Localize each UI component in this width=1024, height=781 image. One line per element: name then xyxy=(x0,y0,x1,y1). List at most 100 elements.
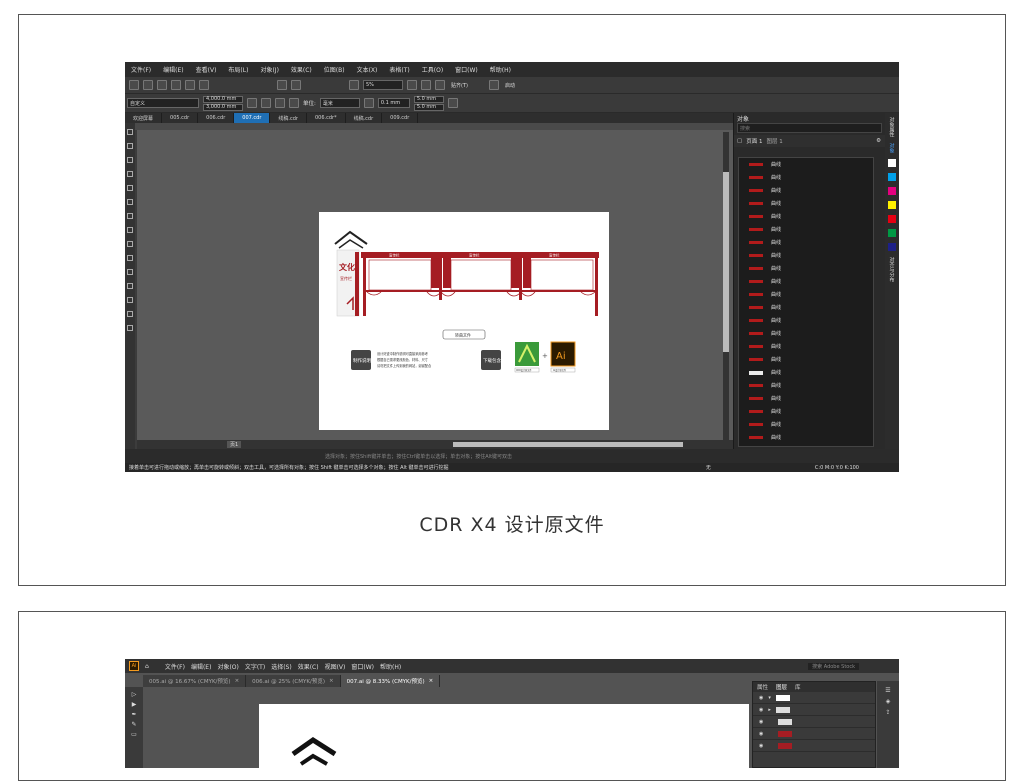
color-swatch-green[interactable] xyxy=(888,229,896,237)
eye-icon[interactable]: ◉ xyxy=(759,707,763,713)
close-tab-icon[interactable]: × xyxy=(329,678,334,684)
fullscreen-icon[interactable] xyxy=(349,80,359,90)
layer-row[interactable]: ◉ xyxy=(753,728,875,740)
ai-document-tab[interactable]: 005.ai @ 16.67% (CMYK/预览) × xyxy=(143,675,247,687)
current-page-icon[interactable] xyxy=(289,98,299,108)
units-dropdown[interactable]: 毫米 xyxy=(319,98,360,108)
adobe-stock-search-input[interactable]: 搜索 Adobe Stock xyxy=(808,662,859,670)
close-tab-icon[interactable]: × xyxy=(429,678,434,684)
layer-row[interactable]: ◉ ▾ xyxy=(753,692,875,704)
launch-dropdown[interactable]: 启动 xyxy=(503,80,533,90)
object-list-item[interactable]: 曲线 xyxy=(739,275,873,288)
ai-panel-tab[interactable]: 库 xyxy=(795,683,801,691)
object-list-item[interactable]: 曲线 xyxy=(739,236,873,249)
menu-item[interactable]: 布局(L) xyxy=(222,65,254,74)
duplicate-y-field[interactable]: 5.0 mm xyxy=(413,103,444,111)
color-swatch-white[interactable] xyxy=(888,159,896,167)
portrait-icon[interactable] xyxy=(247,98,257,108)
color-swatch-yellow[interactable] xyxy=(888,201,896,209)
options-gear-icon[interactable] xyxy=(489,80,499,90)
shape-tool-icon[interactable] xyxy=(127,143,133,149)
polygon-tool-icon[interactable] xyxy=(127,241,133,247)
layer-row[interactable]: ◉ xyxy=(753,740,875,752)
text-tool-icon[interactable] xyxy=(127,255,133,261)
eye-icon[interactable]: ◉ xyxy=(759,731,763,737)
rulers-icon[interactable] xyxy=(421,80,431,90)
connector-tool-icon[interactable] xyxy=(127,297,133,303)
menu-item[interactable]: 窗口(W) xyxy=(449,65,484,74)
settings-gear-icon[interactable]: ⚙ xyxy=(876,138,881,144)
ai-menu-item[interactable]: 文字(T) xyxy=(245,662,265,671)
export-icon[interactable]: ⇪ xyxy=(885,709,890,716)
object-list-item[interactable]: 曲线 xyxy=(739,431,873,444)
menu-item[interactable]: 编辑(E) xyxy=(157,65,189,74)
home-icon[interactable]: ⌂ xyxy=(145,663,149,670)
snap-to-dropdown[interactable]: 贴齐(T) xyxy=(449,80,485,90)
table-tool-icon[interactable] xyxy=(127,269,133,275)
close-tab-icon[interactable]: × xyxy=(235,678,240,684)
fill-tool-icon[interactable] xyxy=(127,325,133,331)
menu-item[interactable]: 位图(B) xyxy=(318,65,351,74)
ai-panel-tab[interactable]: 图层 xyxy=(776,683,787,691)
object-list-item[interactable]: 曲线 xyxy=(739,366,873,379)
docker-tab-align[interactable]: 对齐与分布 xyxy=(889,257,896,282)
save-icon[interactable] xyxy=(157,80,167,90)
duplicate-x-field[interactable]: 5.0 mm xyxy=(413,95,444,103)
object-list-item[interactable]: 曲线 xyxy=(739,184,873,197)
landscape-icon[interactable] xyxy=(261,98,271,108)
ai-menu-item[interactable]: 编辑(E) xyxy=(191,662,211,671)
menu-item[interactable]: 文本(X) xyxy=(351,65,384,74)
eyedropper-tool-icon[interactable] xyxy=(127,311,133,317)
print-icon[interactable] xyxy=(199,80,209,90)
object-list-item[interactable]: 曲线 xyxy=(739,444,873,446)
object-list-item[interactable]: 曲线 xyxy=(739,171,873,184)
nudge-distance-field[interactable]: 0.1 mm xyxy=(377,98,410,108)
treat-as-filled-icon[interactable] xyxy=(447,98,458,108)
object-list-item[interactable]: 曲线 xyxy=(739,158,873,171)
page-width-field[interactable]: 4,000.0 mm xyxy=(203,95,243,103)
color-swatch-blue[interactable] xyxy=(888,243,896,251)
crop-tool-icon[interactable] xyxy=(127,157,133,163)
document-tab[interactable]: 线稿.cdr xyxy=(270,113,307,123)
import-icon[interactable] xyxy=(277,80,287,90)
ai-panel-tab[interactable]: 属性 xyxy=(757,683,768,691)
objects-search-input[interactable]: 搜索 xyxy=(737,123,882,133)
rectangle-tool-icon[interactable] xyxy=(127,213,133,219)
ai-menu-item[interactable]: 对象(O) xyxy=(217,662,238,671)
object-list-item[interactable]: 曲线 xyxy=(739,379,873,392)
selection-tool-icon[interactable]: ▷ xyxy=(132,691,137,698)
object-list-item[interactable]: 曲线 xyxy=(739,249,873,262)
docker-tab-objects[interactable]: 对象 xyxy=(889,143,896,153)
page-height-field[interactable]: 3,000.0 mm xyxy=(203,103,243,111)
pencil-tool-icon[interactable]: ✎ xyxy=(131,721,136,728)
open-icon[interactable] xyxy=(143,80,153,90)
menu-item[interactable]: 查看(V) xyxy=(190,65,223,74)
ai-menu-item[interactable]: 效果(C) xyxy=(298,662,319,671)
layer-row[interactable]: ◉ xyxy=(753,716,875,728)
grid-icon[interactable] xyxy=(435,80,445,90)
color-swatch-magenta[interactable] xyxy=(888,187,896,195)
ai-menu-item[interactable]: 选择(S) xyxy=(271,662,292,671)
export-icon[interactable] xyxy=(291,80,301,90)
properties-icon[interactable]: ☰ xyxy=(885,687,890,694)
page-name[interactable]: 页面 1 xyxy=(746,137,762,145)
menu-item[interactable]: 效果(C) xyxy=(285,65,318,74)
object-list-item[interactable]: 曲线 xyxy=(739,405,873,418)
docker-tab-properties[interactable]: 对象属性 xyxy=(889,117,896,137)
object-list-item[interactable]: 曲线 xyxy=(739,392,873,405)
zoom-tool-icon[interactable] xyxy=(127,171,133,177)
menu-item[interactable]: 表格(T) xyxy=(383,65,415,74)
all-pages-icon[interactable] xyxy=(275,98,285,108)
ai-menu-item[interactable]: 帮助(H) xyxy=(380,662,401,671)
eye-icon[interactable]: ◉ xyxy=(759,695,763,701)
document-tab[interactable]: 线稿.cdr xyxy=(346,113,383,123)
dimension-tool-icon[interactable] xyxy=(127,283,133,289)
ellipse-tool-icon[interactable] xyxy=(127,227,133,233)
ai-menu-item[interactable]: 文件(F) xyxy=(165,662,185,671)
object-list-item[interactable]: 曲线 xyxy=(739,353,873,366)
horizontal-scrollbar[interactable]: 页1 xyxy=(137,440,733,449)
ai-document-tab[interactable]: 006.ai @ 25% (CMYK/预览) × xyxy=(246,675,341,687)
pick-tool-icon[interactable] xyxy=(127,129,133,135)
object-list-item[interactable]: 曲线 xyxy=(739,340,873,353)
object-list-item[interactable]: 曲线 xyxy=(739,301,873,314)
